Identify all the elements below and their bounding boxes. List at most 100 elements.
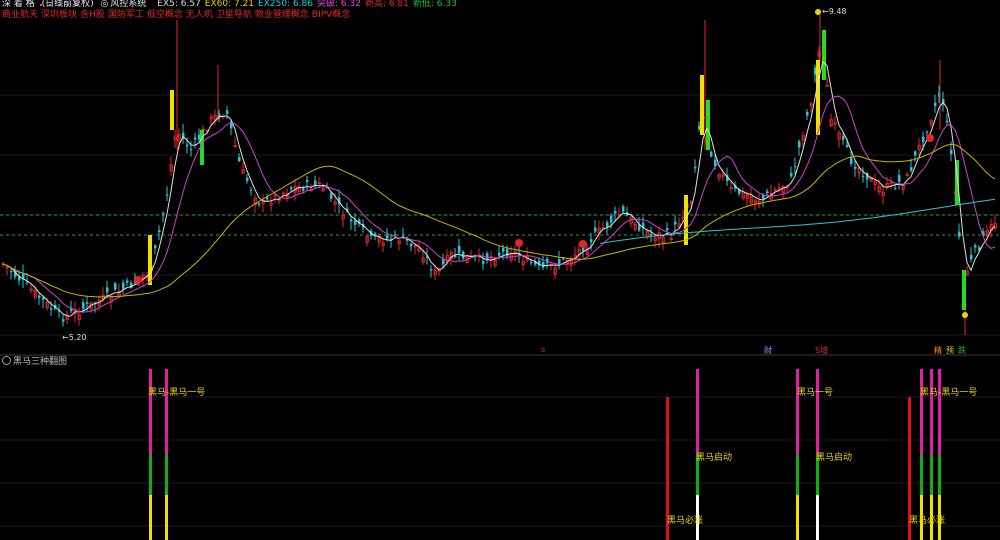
concept-tag[interactable]: 卫星导航 bbox=[216, 10, 252, 20]
ma-value-2: EX250: 6.86 bbox=[258, 0, 313, 9]
sub-chart-title-text: 黑马三种翻图 bbox=[13, 357, 68, 367]
candle-body bbox=[794, 166, 797, 168]
event-marker[interactable]: S增 bbox=[815, 345, 828, 356]
candle-body bbox=[50, 308, 53, 310]
candle-body bbox=[62, 319, 65, 322]
signal-bar bbox=[149, 495, 152, 540]
highlight-bar bbox=[700, 75, 704, 135]
candle-body bbox=[290, 187, 293, 190]
candle-body bbox=[38, 295, 41, 298]
candle-body bbox=[86, 302, 89, 304]
system-name-label: 风控系统 bbox=[110, 0, 147, 9]
high-price-label: ←9.48 bbox=[822, 7, 847, 16]
candle-body bbox=[166, 194, 169, 196]
candle-body bbox=[606, 222, 609, 227]
low-price-label: ←5.20 bbox=[62, 333, 87, 342]
candle-body bbox=[934, 102, 937, 107]
signal-bar bbox=[149, 455, 152, 495]
candle-body bbox=[250, 189, 253, 191]
event-marker[interactable]: 预 bbox=[946, 345, 954, 356]
concept-tag[interactable]: BIPV概念 bbox=[312, 10, 350, 20]
signal-bar bbox=[938, 369, 941, 455]
signal-bar bbox=[796, 495, 799, 540]
signal-bar bbox=[920, 369, 923, 455]
signal-label: 黑马启动 bbox=[816, 453, 853, 463]
concept-tags: 商业航天 深圳板块 含H股 国防军工 低空概念 无人机 卫星导航 物业管理概念 BIPV概念 bbox=[2, 10, 353, 21]
highlight-bar bbox=[706, 100, 710, 150]
low-price-value: 5.20 bbox=[68, 333, 87, 342]
candle-body bbox=[186, 144, 189, 147]
candle-body bbox=[846, 144, 849, 148]
candle-body bbox=[894, 187, 897, 189]
candle-body bbox=[190, 149, 193, 151]
candle-body bbox=[958, 231, 961, 237]
buy-signal-icon bbox=[579, 240, 587, 248]
candle-body bbox=[766, 191, 769, 194]
concept-tag[interactable]: 含H股 bbox=[80, 10, 105, 20]
candle-body bbox=[10, 270, 13, 273]
signal-bar bbox=[165, 495, 168, 540]
candle-body bbox=[154, 245, 157, 249]
candle-body bbox=[622, 206, 625, 212]
signal-bar bbox=[816, 369, 819, 455]
system-name[interactable]: ◎ 风控系统 bbox=[101, 0, 151, 9]
candle-body bbox=[314, 180, 317, 186]
signal-bar bbox=[938, 455, 941, 495]
candle-body bbox=[482, 261, 485, 264]
signal-label: 黑马-黑马一号 bbox=[148, 388, 206, 398]
candle-body bbox=[974, 245, 977, 248]
candle-body bbox=[258, 203, 261, 205]
candle-body bbox=[238, 157, 241, 162]
event-marker[interactable]: 跌 bbox=[958, 345, 966, 356]
signal-label: 黑马-黑马一号 bbox=[920, 388, 978, 398]
candle-body bbox=[302, 188, 305, 191]
candle-body bbox=[842, 135, 845, 140]
candle-body bbox=[806, 111, 809, 116]
settings-icon: ◎ bbox=[100, 0, 109, 9]
candle-body bbox=[458, 245, 461, 253]
event-marker[interactable]: 精 bbox=[934, 345, 942, 356]
candle-body bbox=[502, 248, 505, 252]
candle-body bbox=[950, 149, 953, 155]
signal-bar bbox=[696, 369, 699, 455]
highlight-bar bbox=[816, 60, 820, 135]
candle-body bbox=[394, 234, 397, 236]
candle-body bbox=[798, 141, 801, 148]
concept-tag[interactable]: 商业航天 bbox=[2, 10, 38, 20]
event-marker[interactable]: 财 bbox=[764, 345, 772, 356]
candle-body bbox=[330, 193, 333, 199]
sub-chart-title[interactable]: 黑马三种翻图 bbox=[2, 356, 67, 368]
candle-body bbox=[430, 269, 433, 271]
signal-bar bbox=[930, 455, 933, 495]
candle-body bbox=[674, 221, 677, 225]
ma-values: EX5: 6.57 EX60: 7.21 EX250: 6.86 突破: 6.32 新高… bbox=[157, 0, 461, 9]
concept-tag[interactable]: 物业管理概念 bbox=[255, 10, 309, 20]
event-marker[interactable]: s bbox=[541, 345, 545, 354]
candle-body bbox=[122, 282, 125, 289]
candle-body bbox=[126, 280, 129, 283]
low-marker-icon bbox=[962, 312, 968, 318]
candle-body bbox=[462, 251, 465, 259]
concept-tag[interactable]: 国防军工 bbox=[108, 10, 144, 20]
concept-tag[interactable]: 低空概念 bbox=[147, 10, 183, 20]
candle-body bbox=[194, 137, 197, 140]
candle-body bbox=[666, 228, 669, 231]
candle-body bbox=[542, 262, 545, 268]
candle-body bbox=[970, 254, 973, 260]
high-price-value: 9.48 bbox=[828, 7, 847, 16]
candle-body bbox=[226, 110, 229, 114]
highlight-bar bbox=[170, 90, 174, 130]
concept-tag[interactable]: 无人机 bbox=[186, 10, 213, 20]
candle-body bbox=[854, 166, 857, 169]
stock-name[interactable]: 深 着 格 bbox=[2, 0, 35, 9]
chart-mode[interactable]: (日线前复权) bbox=[42, 0, 94, 9]
signal-bar bbox=[930, 369, 933, 455]
candle-body bbox=[614, 210, 617, 214]
concept-tag[interactable]: 深圳板块 bbox=[41, 10, 77, 20]
high-marker-icon bbox=[815, 9, 821, 15]
candle-body bbox=[898, 175, 901, 182]
candle-body bbox=[910, 167, 913, 171]
candle-body bbox=[402, 234, 405, 236]
candle-body bbox=[162, 213, 165, 215]
signal-label: 黑马必涨 bbox=[667, 516, 704, 526]
